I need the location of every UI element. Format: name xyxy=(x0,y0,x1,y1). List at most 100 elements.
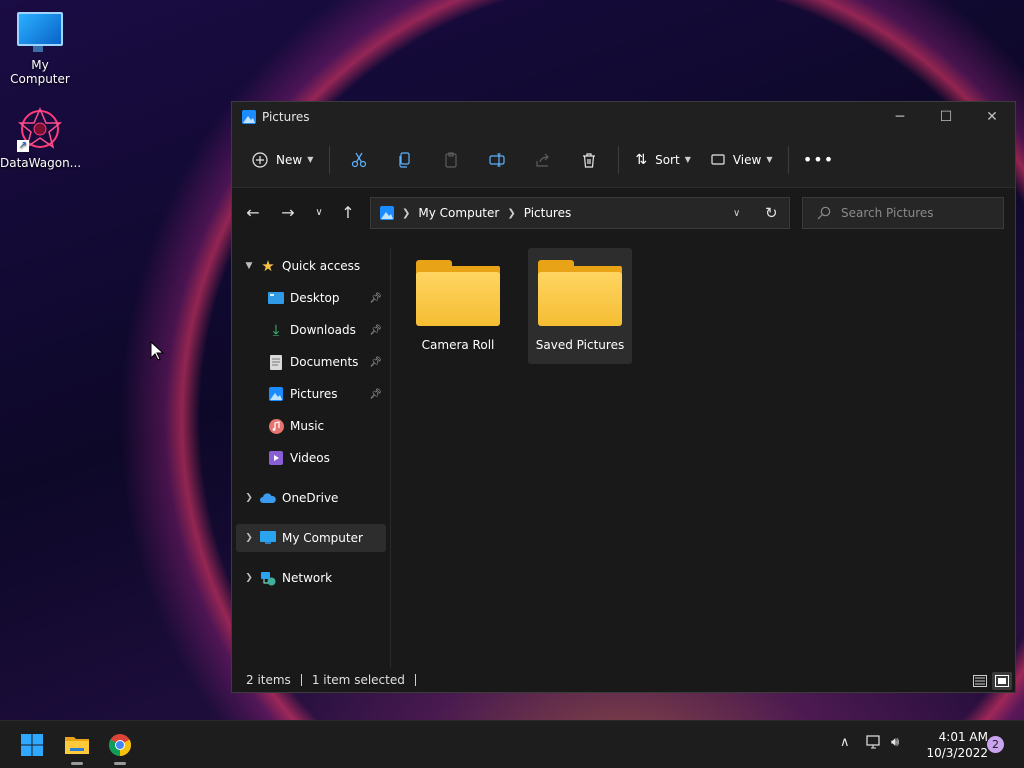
sidebar-item-label: My Computer xyxy=(282,531,363,545)
start-icon xyxy=(21,734,43,756)
breadcrumb-pictures[interactable]: Pictures xyxy=(524,206,572,220)
tiles-view-button[interactable] xyxy=(992,672,1012,690)
chevron-right-icon: ❯ xyxy=(507,207,516,219)
chrome-icon xyxy=(109,734,131,756)
paste-icon xyxy=(445,151,457,168)
copy-icon xyxy=(399,151,410,168)
cut-icon xyxy=(352,152,367,167)
folder-camera-roll[interactable]: Camera Roll xyxy=(406,248,510,364)
toolbar-separator xyxy=(329,145,331,174)
show-hidden-icons-chevron-up-icon[interactable]: ∧ xyxy=(840,735,850,750)
desktop-icon-my-computer[interactable]: My Computer xyxy=(0,12,80,86)
chevron-down-icon: ▼ xyxy=(766,155,773,164)
network-status-icon[interactable] xyxy=(866,735,882,753)
delete-button[interactable] xyxy=(573,144,605,176)
sort-label: Sort xyxy=(655,152,680,167)
monitor-icon xyxy=(17,12,63,52)
star-icon: ★ xyxy=(261,257,275,275)
sidebar-item-label: Documents xyxy=(290,355,359,369)
selection-count: 1 item selected xyxy=(311,673,405,687)
notification-badge[interactable]: 2 xyxy=(987,736,1004,753)
sidebar-item-documents[interactable]: Documents 📌︎ xyxy=(236,348,386,376)
rename-button[interactable] xyxy=(481,144,513,176)
chevron-right-icon[interactable]: ❯ xyxy=(242,493,256,503)
folder-saved-pictures[interactable]: Saved Pictures xyxy=(528,248,632,364)
details-view-button[interactable] xyxy=(970,672,990,690)
start-button[interactable] xyxy=(16,729,48,761)
pin-icon[interactable]: 📌︎ xyxy=(369,357,382,368)
folder-label: Camera Roll xyxy=(421,338,495,352)
address-dropdown-icon[interactable]: ∨ xyxy=(733,208,740,219)
taskbar-file-explorer[interactable] xyxy=(61,729,93,765)
item-count: 2 items xyxy=(246,673,291,687)
pane-splitter[interactable] xyxy=(390,248,391,668)
toolbar-separator xyxy=(788,145,790,174)
pin-icon[interactable]: 📌︎ xyxy=(369,325,382,336)
chevron-down-icon[interactable]: ▼ xyxy=(242,261,256,271)
pictures-icon xyxy=(242,110,256,124)
address-bar[interactable]: ❯ My Computer ❯ Pictures ∨ ↻ xyxy=(370,197,790,229)
sidebar-item-label: OneDrive xyxy=(282,491,339,505)
sidebar-item-label: Videos xyxy=(290,451,330,465)
sidebar-item-label: Network xyxy=(282,571,333,585)
sidebar-item-downloads[interactable]: ⤓ Downloads 📌︎ xyxy=(236,316,386,344)
sidebar-item-pictures[interactable]: Pictures 📌︎ xyxy=(236,380,386,408)
taskbar-chrome[interactable] xyxy=(104,729,136,765)
view-icon xyxy=(711,153,725,165)
up-button[interactable]: ↑ xyxy=(331,197,365,227)
volume-icon[interactable]: 🔊︎ xyxy=(891,735,899,750)
more-icon: ••• xyxy=(802,150,835,169)
more-options-button[interactable]: ••• xyxy=(802,144,834,176)
paste-button[interactable] xyxy=(435,144,467,176)
folder-icon xyxy=(416,260,500,328)
clock-date: 10/3/2022 xyxy=(926,746,988,760)
command-bar: New ▼ ⇅ Sort ▼ View ▼ ••• xyxy=(232,132,1015,188)
back-button[interactable]: ← xyxy=(236,197,270,227)
status-separator xyxy=(414,674,416,686)
title-bar[interactable]: Pictures ─ ☐ ✕ xyxy=(232,102,1015,132)
sidebar-item-videos[interactable]: Videos xyxy=(236,444,386,472)
chevron-right-icon[interactable]: ❯ xyxy=(242,533,256,543)
chevron-right-icon[interactable]: ❯ xyxy=(242,573,256,583)
new-label: New xyxy=(276,152,303,167)
share-button[interactable] xyxy=(527,144,559,176)
sort-icon: ⇅ xyxy=(635,151,648,168)
pin-icon[interactable]: 📌︎ xyxy=(369,293,382,304)
sidebar-item-music[interactable]: Music xyxy=(236,412,386,440)
new-button[interactable]: New ▼ xyxy=(242,144,323,176)
music-icon xyxy=(268,418,284,434)
desktop-icon-label: DataWagon... xyxy=(0,156,82,170)
mouse-cursor-icon xyxy=(150,341,164,361)
sort-button[interactable]: ⇅ Sort ▼ xyxy=(625,144,701,176)
sidebar-item-network[interactable]: ❯ Network xyxy=(236,564,386,592)
maximize-button[interactable]: ☐ xyxy=(923,102,969,132)
view-button[interactable]: View ▼ xyxy=(701,144,783,176)
search-input[interactable]: Search Pictures xyxy=(841,206,934,220)
forward-button[interactable]: → xyxy=(271,197,305,227)
toolbar-separator xyxy=(618,145,620,174)
desktop-icon-datawagon[interactable]: ↗ DataWagon... xyxy=(0,106,82,170)
refresh-icon[interactable]: ↻ xyxy=(765,204,778,222)
network-icon xyxy=(260,570,276,586)
breadcrumb-my-computer[interactable]: My Computer xyxy=(418,206,499,220)
sidebar-item-desktop[interactable]: Desktop 📌︎ xyxy=(236,284,386,312)
copy-button[interactable] xyxy=(389,144,421,176)
details-view-icon xyxy=(973,675,987,687)
sidebar-item-my-computer[interactable]: ❯ My Computer xyxy=(236,524,386,552)
system-clock[interactable]: 4:01 AM 10/3/2022 xyxy=(912,729,988,761)
videos-icon xyxy=(268,450,284,466)
file-list: Camera Roll Saved Pictures xyxy=(392,248,1012,668)
sidebar-item-quick-access[interactable]: ▼ ★ Quick access xyxy=(236,252,386,280)
datawagon-icon: ↗ xyxy=(17,106,63,152)
cut-button[interactable] xyxy=(343,144,375,176)
sidebar-item-label: Desktop xyxy=(290,291,340,305)
search-box[interactable]: Search Pictures xyxy=(802,197,1004,229)
arrow-right-icon: → xyxy=(281,202,295,222)
status-separator xyxy=(300,674,302,686)
file-explorer-window: Pictures ─ ☐ ✕ New ▼ ⇅ Sort ▼ View ▼ •••… xyxy=(231,101,1016,693)
sidebar-item-onedrive[interactable]: ❯ OneDrive xyxy=(236,484,386,512)
close-button[interactable]: ✕ xyxy=(969,102,1015,132)
minimize-button[interactable]: ─ xyxy=(877,102,923,132)
pin-icon[interactable]: 📌︎ xyxy=(369,389,382,400)
rename-icon xyxy=(489,152,505,167)
